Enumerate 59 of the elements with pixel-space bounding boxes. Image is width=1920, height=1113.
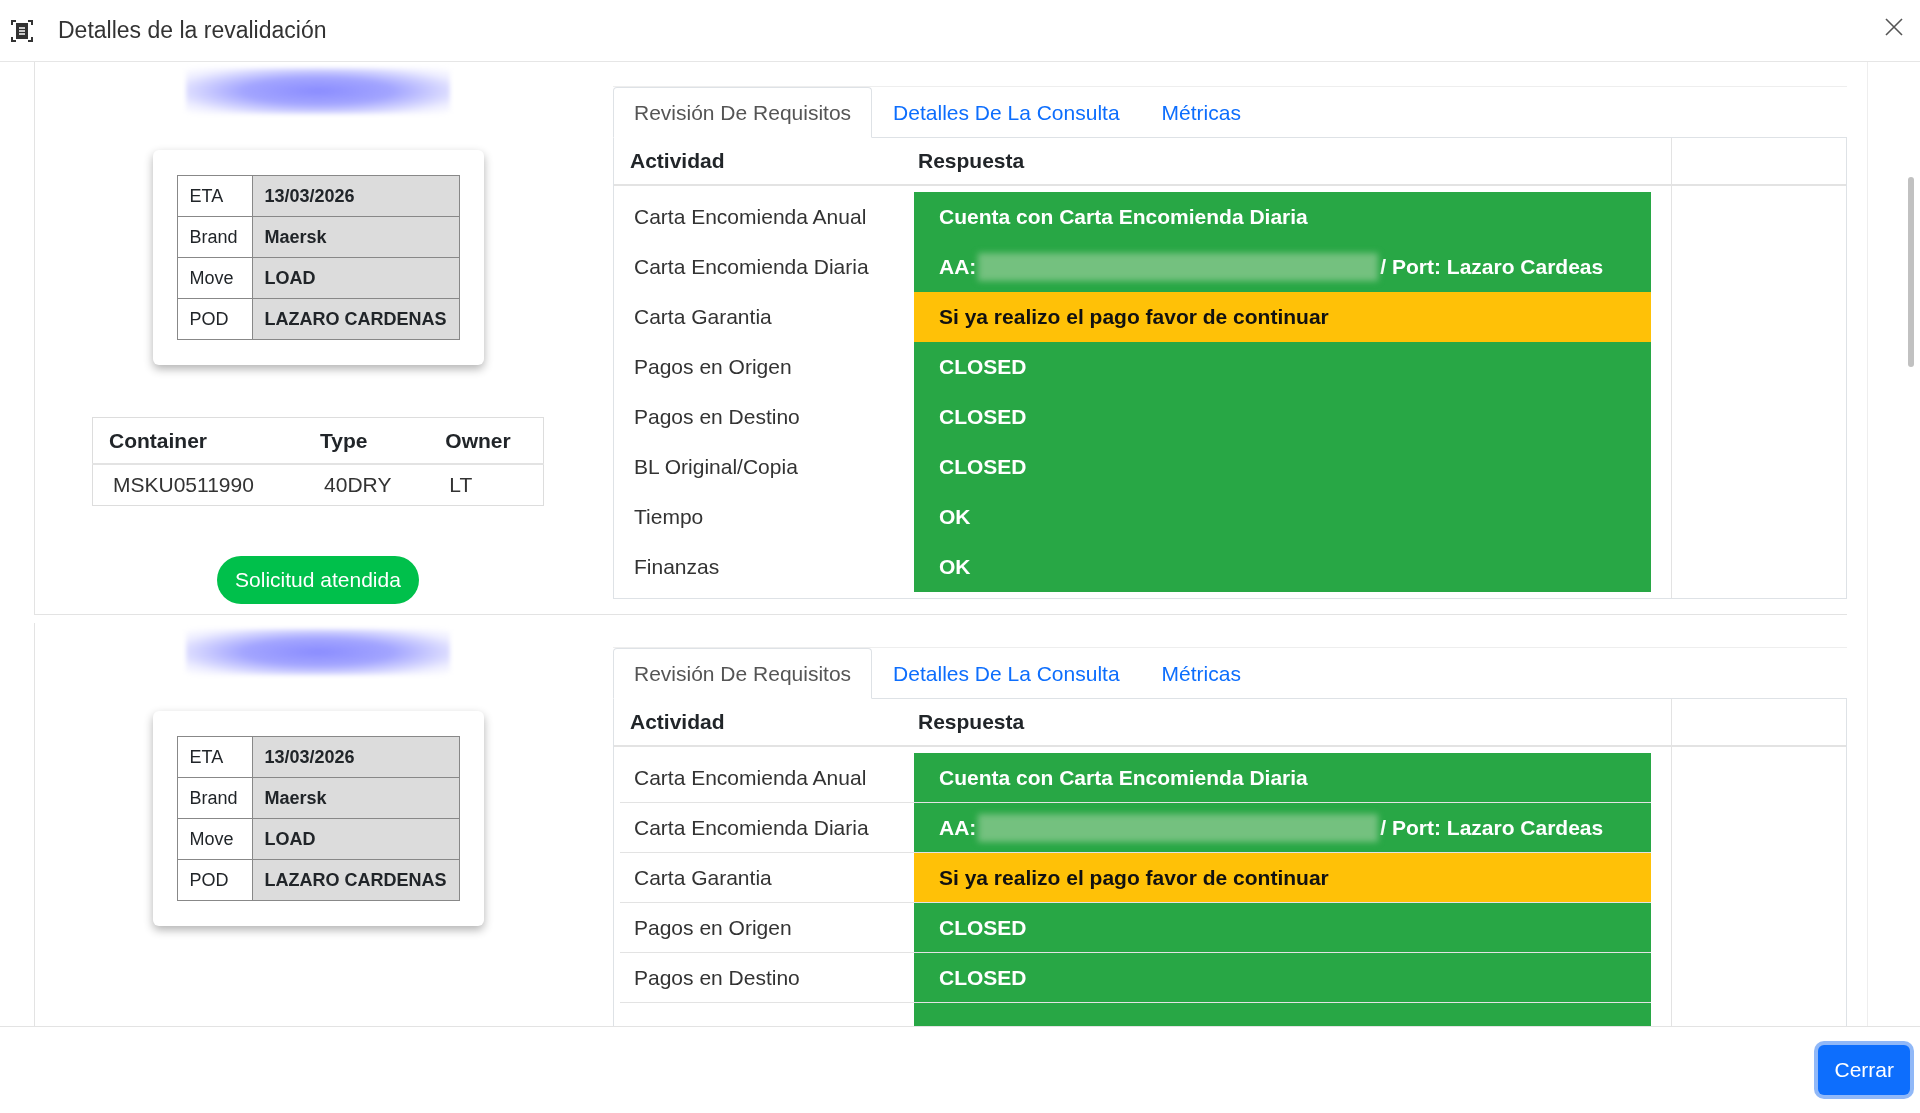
table-cell: Brand [177, 216, 252, 258]
table-cell: LT [429, 464, 544, 506]
close-icon[interactable] [1884, 16, 1904, 37]
tab[interactable]: Detalles De La Consulta [872, 648, 1141, 699]
activity-cell-text: Carta Garantia [633, 304, 773, 330]
response-cell: OK [914, 542, 1651, 592]
activity-cell-text: Carta Encomienda Anual [633, 204, 868, 230]
response-cell: OK [914, 492, 1651, 542]
activity-cell-text: Finanzas [633, 554, 721, 580]
table-cell: POD [177, 298, 252, 340]
tab[interactable]: Métricas [1140, 87, 1262, 138]
table-cell: Move [177, 257, 252, 299]
table-cell: Brand [177, 777, 252, 819]
column-header: Container [92, 417, 305, 464]
table-cell: 40DRY [304, 464, 430, 506]
document-icon [10, 18, 34, 43]
tab[interactable]: Detalles De La Consulta [872, 87, 1141, 138]
column-header: Actividad [629, 710, 726, 734]
table-cell: 13/03/2026 [252, 175, 459, 217]
table-cell: LOAD [252, 257, 459, 299]
response-text: / Port: Lazaro Cardeas [1380, 815, 1604, 840]
tab[interactable]: Métricas [1140, 648, 1262, 699]
table-cell: MSKU0511990 [92, 464, 305, 506]
table-cell: ETA [177, 736, 252, 778]
response-cell: CLOSED [914, 953, 1651, 1003]
table-cell: Move [177, 818, 252, 860]
activity-cell-text: Pagos en Destino [633, 404, 801, 430]
activity-cell-text: Tiempo [633, 504, 705, 530]
table-cell: LAZARO CARDENAS [252, 859, 459, 901]
column-header: Actividad [629, 149, 726, 173]
column-header: Type [304, 417, 430, 464]
table-cell: Maersk [252, 777, 459, 819]
response-cell: CLOSED [914, 342, 1651, 392]
response-text: AA: [939, 255, 977, 279]
response-cell: CLOSED [914, 392, 1651, 442]
table-cell: 13/03/2026 [252, 736, 459, 778]
activity-cell-text: Pagos en Origen [633, 354, 793, 380]
response-cell: Cuenta con Carta Encomienda Diaria [914, 753, 1651, 803]
response-text: / Port: Lazaro Cardeas [1380, 255, 1604, 279]
table-cell: LOAD [252, 818, 459, 860]
tab[interactable]: Revisión De Requisitos [613, 87, 873, 138]
column-header: Owner [429, 417, 544, 464]
response-cell: Si ya realizo el pago favor de continuar [914, 292, 1651, 342]
table-cell: ETA [177, 175, 252, 217]
response-text: AA: [939, 815, 977, 840]
table-cell: LAZARO CARDENAS [252, 298, 459, 340]
table-cell: Maersk [252, 216, 459, 258]
response-cell: Cuenta con Carta Encomienda Diaria [914, 192, 1651, 242]
response-cell: CLOSED [914, 442, 1651, 492]
column-header: Respuesta [918, 149, 1026, 173]
activity-cell-text: Carta Encomienda Diaria [633, 254, 870, 280]
activity-cell-text: BL Original/Copia [633, 454, 799, 480]
column-header: Respuesta [918, 710, 1026, 734]
status-button[interactable]: Solicitud atendida [217, 556, 419, 604]
table-cell: POD [177, 859, 252, 901]
response-cell: CLOSED [914, 903, 1651, 953]
response-cell: Si ya realizo el pago favor de continuar [914, 853, 1651, 903]
window-title: Detalles de la revalidación [58, 17, 328, 44]
tab[interactable]: Revisión De Requisitos [613, 648, 873, 699]
